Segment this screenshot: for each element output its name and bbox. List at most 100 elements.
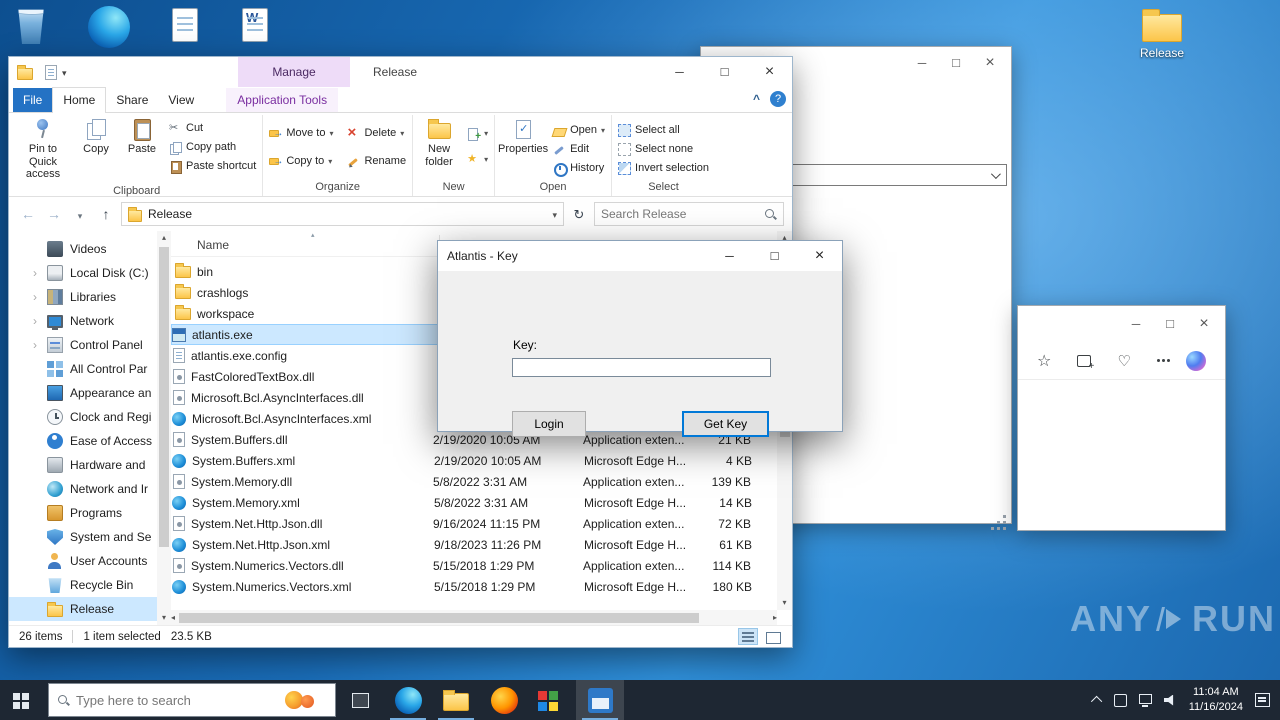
word-document-shortcut[interactable] [242, 8, 268, 42]
recent-locations-icon[interactable] [69, 206, 91, 222]
ribbon-collapse-icon[interactable] [753, 92, 760, 106]
easy-access-button[interactable] [464, 150, 491, 168]
sidebar-item-network[interactable]: Network [9, 309, 171, 333]
refresh-icon[interactable] [568, 206, 590, 223]
explorer-search[interactable] [594, 202, 784, 226]
maximize-button[interactable] [702, 57, 747, 87]
tab-share[interactable]: Share [106, 88, 158, 112]
sidebar-item-ease-of-access[interactable]: Ease of Access [9, 429, 171, 453]
document-shortcut[interactable] [172, 8, 198, 42]
scroll-up-icon[interactable] [162, 231, 166, 245]
file-row[interactable]: System.Net.Http.Json.xml 9/18/2023 11:26… [171, 534, 777, 555]
action-center-icon[interactable] [1255, 693, 1270, 707]
maximize-button[interactable] [1153, 312, 1187, 336]
minimize-button[interactable] [1119, 312, 1153, 336]
network-icon[interactable] [1138, 694, 1152, 707]
file-row[interactable]: System.Numerics.Vectors.dll 5/15/2018 1:… [171, 555, 777, 576]
chevron-right-icon[interactable] [33, 290, 47, 304]
file-row[interactable]: System.Numerics.Vectors.xml 5/15/2018 1:… [171, 576, 777, 597]
file-row[interactable]: System.Memory.xml 5/8/2022 3:31 AM Micro… [171, 492, 777, 513]
taskbar-search-input[interactable] [76, 692, 277, 708]
start-button[interactable] [0, 680, 48, 720]
tray-app-icon[interactable] [1113, 693, 1127, 707]
sidebar-item-hardware-and[interactable]: Hardware and [9, 453, 171, 477]
quick-access-toolbar-icon[interactable] [45, 64, 57, 80]
tab-home[interactable]: Home [52, 87, 107, 113]
horizontal-scrollbar[interactable] [171, 610, 777, 625]
column-header-name[interactable]: Name [197, 238, 229, 252]
copy-button[interactable]: Copy [74, 115, 118, 159]
sidebar-item-release[interactable]: Release [9, 597, 171, 621]
taskbar-atlantis-button[interactable] [576, 680, 624, 720]
address-dropdown-icon[interactable] [552, 207, 557, 221]
help-icon[interactable]: ? [770, 91, 786, 107]
new-folder-button[interactable]: New folder [416, 115, 462, 171]
collections-icon[interactable] [1077, 354, 1094, 372]
sidebar-item-libraries[interactable]: Libraries [9, 285, 171, 309]
paste-shortcut-button[interactable]: Paste shortcut [166, 157, 259, 175]
move-to-button[interactable]: Move to [266, 124, 336, 142]
scroll-right-icon[interactable] [773, 611, 777, 625]
minimize-button[interactable] [657, 57, 702, 87]
login-button[interactable]: Login [512, 411, 586, 437]
copilot-icon[interactable] [1185, 350, 1206, 371]
copy-path-button[interactable]: Copy path [166, 138, 259, 156]
close-button[interactable] [973, 51, 1007, 75]
chevron-right-icon[interactable] [33, 314, 47, 328]
key-input[interactable] [512, 358, 771, 377]
details-view-button[interactable] [738, 628, 758, 645]
sidebar-item-user-accounts[interactable]: User Accounts [9, 549, 171, 573]
dialog-minimize-button[interactable] [707, 241, 752, 271]
taskbar-firefox-button[interactable] [480, 680, 528, 720]
select-none-button[interactable]: Select none [615, 140, 712, 158]
taskbar-search[interactable] [48, 683, 336, 717]
rename-button[interactable]: Rename [344, 152, 409, 170]
recycle-bin-shortcut[interactable] [16, 6, 46, 44]
release-folder-shortcut[interactable]: Release [1128, 8, 1196, 60]
tab-application-tools[interactable]: Application Tools [226, 88, 339, 112]
tab-view[interactable]: View [158, 88, 204, 112]
chevron-right-icon[interactable] [33, 266, 47, 280]
maximize-button[interactable] [939, 51, 973, 75]
sidebar-item-system-and-se[interactable]: System and Se [9, 525, 171, 549]
cut-button[interactable]: Cut [166, 119, 259, 137]
sidebar-item-clock-and-regi[interactable]: Clock and Regi [9, 405, 171, 429]
file-row[interactable]: System.Net.Http.Json.dll 9/16/2024 11:15… [171, 513, 777, 534]
invert-selection-button[interactable]: Invert selection [615, 159, 712, 177]
scrollbar-thumb[interactable] [159, 247, 169, 547]
taskbar-colored-app-button[interactable] [528, 680, 576, 720]
edit-button[interactable]: Edit [550, 140, 608, 158]
scroll-down-icon[interactable] [162, 611, 166, 625]
browser-essentials-icon[interactable] [1117, 352, 1130, 370]
file-row[interactable]: System.Memory.dll 5/8/2022 3:31 AM Appli… [171, 471, 777, 492]
tab-file[interactable]: File [13, 88, 53, 112]
forward-button[interactable] [43, 206, 65, 222]
sidebar-item-programs[interactable]: Programs [9, 501, 171, 525]
dialog-maximize-button[interactable] [752, 241, 797, 271]
back-button[interactable] [17, 206, 39, 222]
taskbar-edge-button[interactable] [384, 680, 432, 720]
close-button[interactable] [747, 57, 792, 87]
large-icons-view-button[interactable] [762, 628, 782, 645]
settings-more-icon[interactable] [1156, 359, 1160, 362]
select-all-button[interactable]: Select all [615, 121, 712, 139]
delete-button[interactable]: Delete [344, 124, 409, 142]
sidebar-item-all-control-par[interactable]: All Control Par [9, 357, 171, 381]
scrollbar-thumb[interactable] [179, 612, 700, 623]
sidebar-item-network-and-ir[interactable]: Network and Ir [9, 477, 171, 501]
qat-customize-icon[interactable] [57, 65, 67, 79]
chevron-right-icon[interactable] [33, 338, 47, 352]
sidebar-item-control-panel[interactable]: Control Panel [9, 333, 171, 357]
properties-button[interactable]: Properties [498, 115, 548, 159]
scroll-left-icon[interactable] [171, 611, 175, 625]
sidebar-item-videos[interactable]: Videos [9, 237, 171, 261]
pin-to-quick-access-button[interactable]: Pin to Quick access [14, 115, 72, 184]
file-row[interactable]: System.Buffers.xml 2/19/2020 10:05 AM Mi… [171, 450, 777, 471]
explorer-search-input[interactable] [601, 207, 764, 221]
edge-shortcut[interactable] [88, 6, 130, 48]
sidebar-scrollbar[interactable] [157, 231, 171, 625]
resize-grip[interactable] [1003, 515, 1006, 518]
volume-icon[interactable] [1163, 694, 1174, 706]
paste-button[interactable]: Paste [120, 115, 164, 159]
address-bar[interactable]: Release [121, 202, 564, 226]
